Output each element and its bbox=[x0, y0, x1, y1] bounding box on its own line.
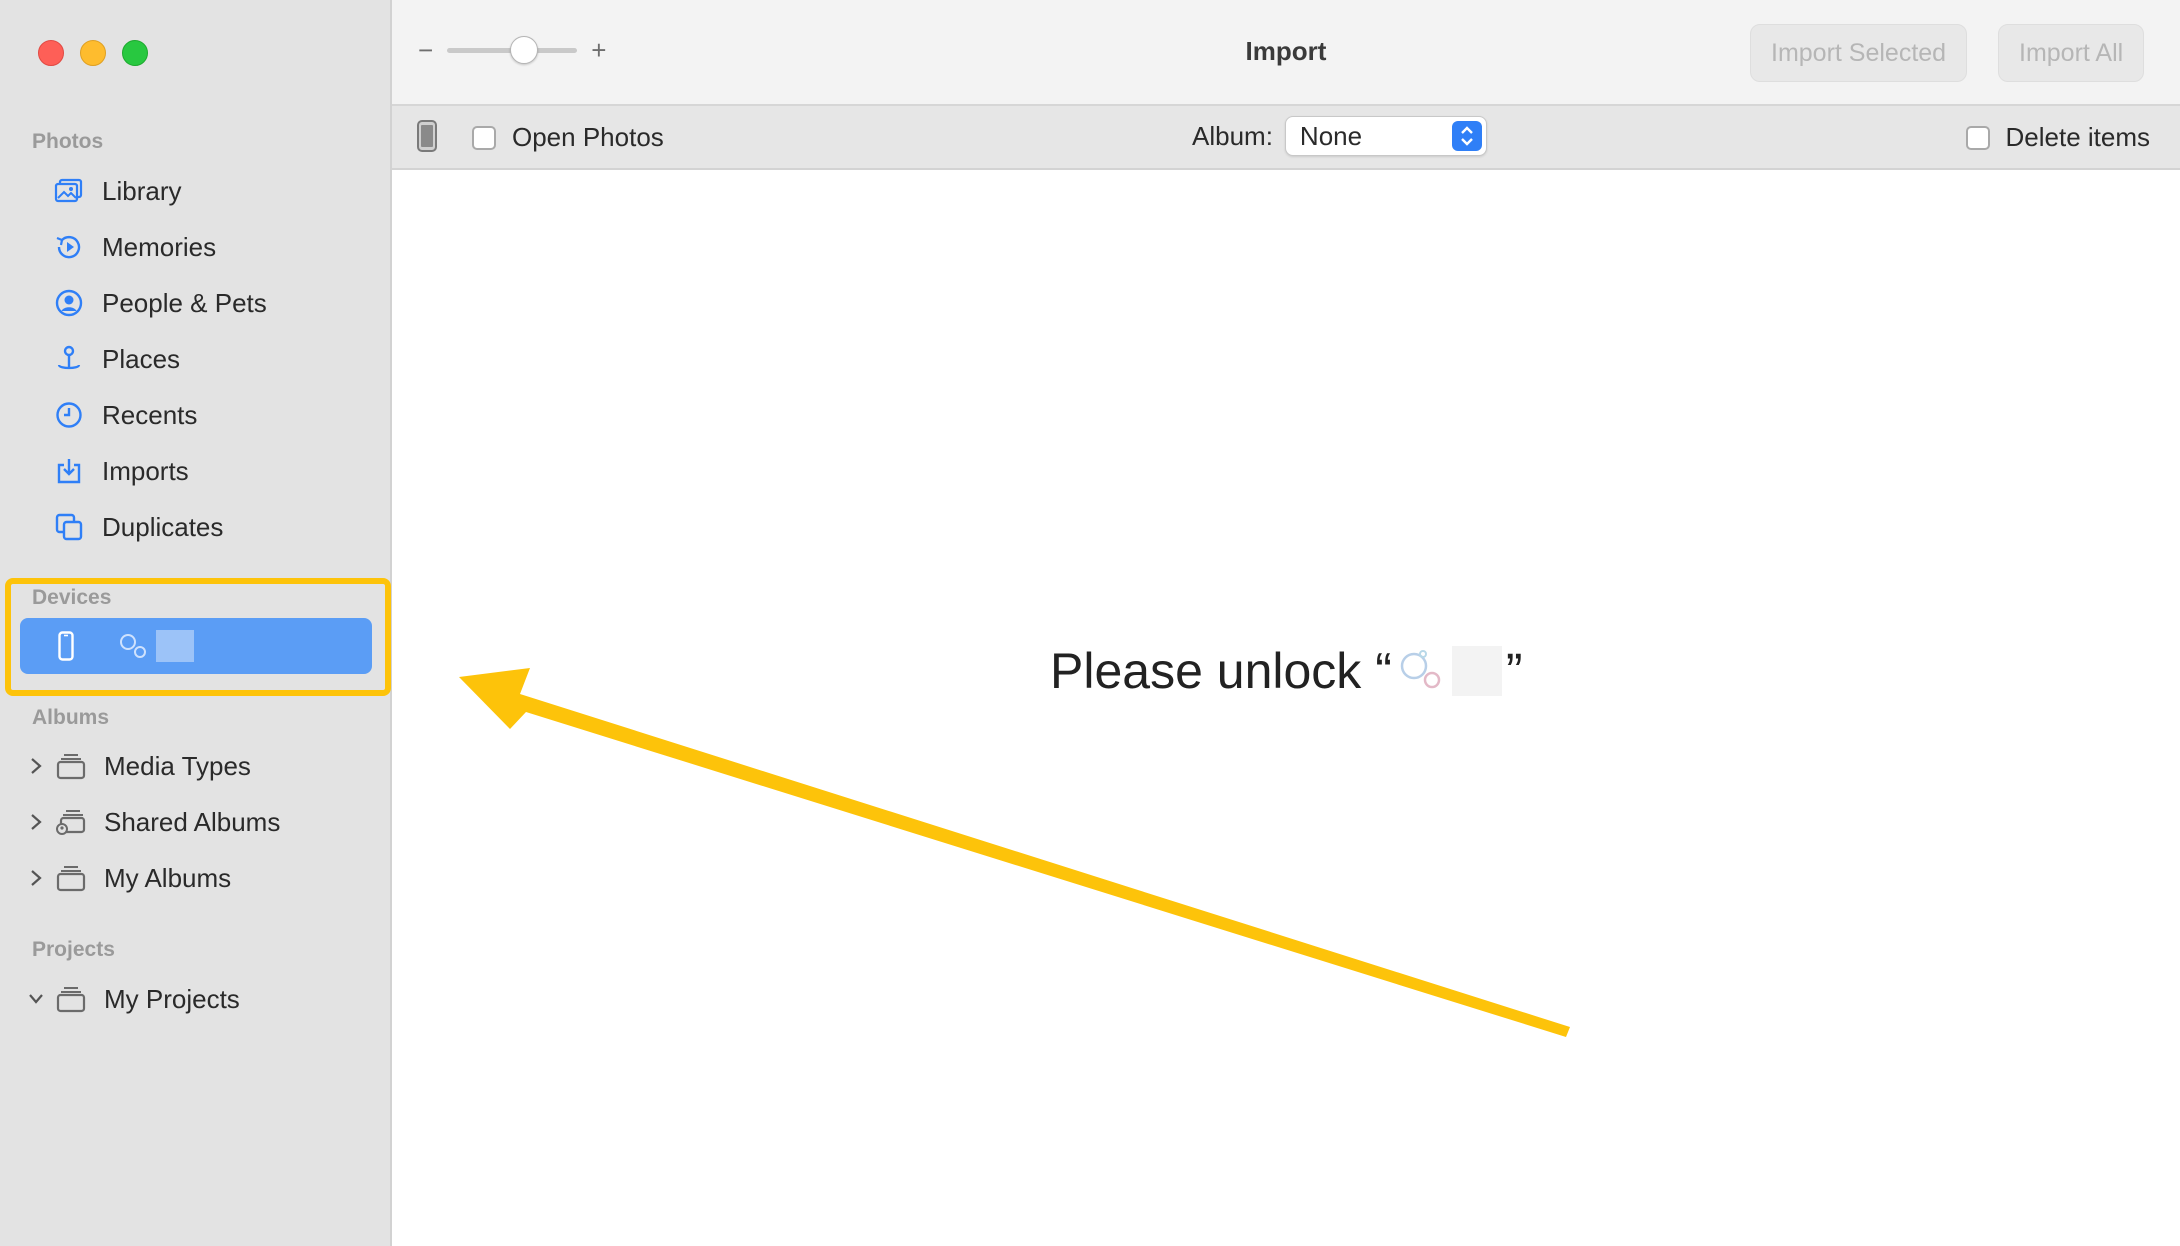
annotation-arrow bbox=[459, 668, 1570, 1037]
photos-import-window: Photos Library Memories People & Pets Pl… bbox=[0, 0, 2180, 1246]
annotation-arrow-shape bbox=[459, 668, 1570, 1037]
